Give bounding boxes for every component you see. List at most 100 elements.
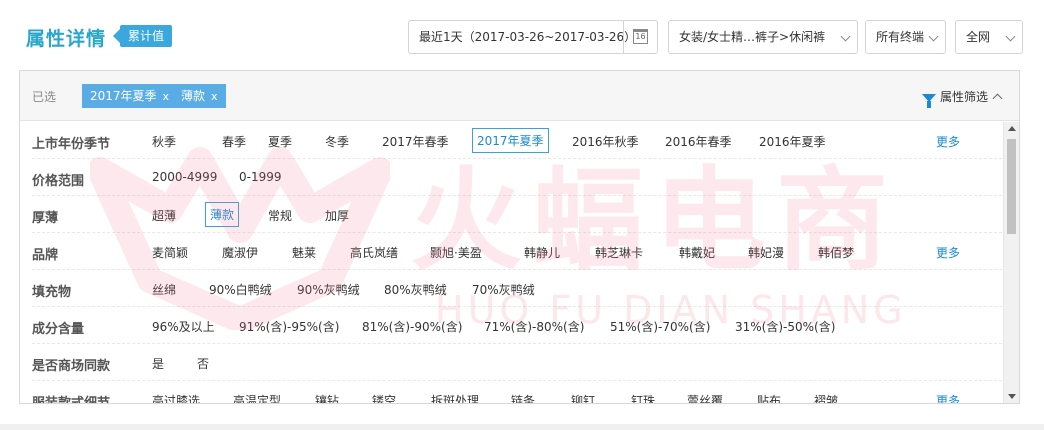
attribute-option[interactable]: 夏季 — [268, 133, 292, 150]
attribute-option[interactable]: 韩妃漫 — [748, 244, 784, 261]
attribute-option[interactable]: 超薄 — [152, 207, 176, 224]
more-link[interactable]: 更多 — [936, 392, 960, 403]
attribute-row-label: 品牌 — [32, 248, 59, 263]
attribute-option[interactable]: 魅莱 — [292, 244, 316, 261]
attribute-filter-toggle[interactable]: 属性筛选 — [921, 88, 1003, 108]
attribute-option[interactable]: 镂空 — [372, 392, 396, 403]
attribute-row-label: 成分含量 — [32, 322, 85, 337]
scrollbar-thumb[interactable] — [1007, 139, 1016, 234]
attribute-option[interactable]: 冬季 — [325, 133, 349, 150]
attribute-option[interactable]: 90%白鸭绒 — [209, 281, 272, 298]
attribute-option[interactable]: 铆钉 — [571, 392, 595, 403]
more-link[interactable]: 更多 — [936, 244, 960, 261]
attribute-option[interactable]: 薄款 — [205, 202, 240, 227]
attribute-row-label: 上市年份季节 — [32, 137, 111, 152]
chip-label: 薄款 — [181, 89, 206, 103]
attribute-option[interactable]: 颢旭·美盈 — [430, 244, 482, 261]
footer-strip — [0, 424, 1044, 430]
attribute-row: 服装款式细节 高过膝选 高温定型 镶钻 镂空 拆斑处理 链条 铆钉 钉珠 蕾丝覆 贴布 褶皱 更多 — [32, 381, 1002, 404]
attribute-row-label: 厚薄 — [32, 211, 59, 226]
selected-bar: 已选 2017年夏季 x 薄款 x 属性筛选 — [20, 71, 1019, 121]
remove-chip-button[interactable]: x — [163, 90, 170, 103]
attribute-option[interactable]: 31%(含)-50%(含) — [735, 318, 835, 335]
attribute-option[interactable]: 90%灰鸭绒 — [297, 281, 360, 298]
date-range-text: 最近1天（2017-03-26~2017-03-26） — [419, 30, 637, 44]
attribute-option[interactable]: 2016年春季 — [665, 133, 732, 150]
attribute-option[interactable]: 钉珠 — [631, 392, 655, 403]
attribute-option[interactable]: 高温定型 — [233, 392, 281, 403]
attribute-row: 价格范围 2000-4999 0-1999 — [32, 159, 1002, 196]
attribute-row: 是否商场同款 是 否 — [32, 344, 1002, 381]
attribute-rows: 上市年份季节 秋季 春季 夏季 冬季 2017年春季 2017年夏季 2016年秋季 2016年… — [20, 122, 1003, 404]
chevron-up-icon — [992, 93, 1003, 104]
attribute-option[interactable]: 2016年夏季 — [759, 133, 826, 150]
attribute-option[interactable]: 96%及以上 — [152, 318, 215, 335]
network-text: 全网 — [966, 30, 991, 44]
attribute-row: 品牌 麦简颖 魔淑伊 魅莱 高氏岚缮 颢旭·美盈 韩静儿 韩芝琳卡 韩戴妃 韩妃漫 韩佰梦 更多 — [32, 233, 1002, 270]
attribute-option[interactable]: 春季 — [222, 133, 246, 150]
attribute-option[interactable]: 80%灰鸭绒 — [384, 281, 447, 298]
attribute-option[interactable]: 镶钻 — [315, 392, 339, 403]
cumulative-tag: 累计值 — [112, 25, 173, 47]
category-text: 女装/女士精…裤子>休闲裤 — [679, 30, 826, 44]
more-link[interactable]: 更多 — [936, 133, 960, 150]
attribute-option[interactable]: 韩佰梦 — [818, 244, 854, 261]
attribute-option[interactable]: 否 — [197, 355, 209, 372]
attribute-panel: 已选 2017年夏季 x 薄款 x 属性筛选 上市年份季节 秋季 春季 夏季 冬季 2017年… — [19, 70, 1020, 404]
attribute-option[interactable]: 韩芝琳卡 — [595, 244, 643, 261]
network-select[interactable]: 全网 — [955, 20, 1023, 54]
calendar-icon: 16 — [633, 29, 648, 44]
attribute-option[interactable]: 丝绵 — [152, 281, 176, 298]
funnel-icon — [921, 93, 936, 108]
attribute-option[interactable]: 2017年夏季 — [472, 128, 549, 153]
calendar-button[interactable]: 16 — [623, 21, 657, 53]
attribute-option[interactable]: 韩戴妃 — [679, 244, 715, 261]
attribute-row: 填充物 丝绵 90%白鸭绒 90%灰鸭绒 80%灰鸭绒 70%灰鸭绒 — [32, 270, 1002, 307]
chevron-down-icon — [928, 31, 939, 42]
attribute-option[interactable]: 高氏岚缮 — [350, 244, 398, 261]
attribute-option[interactable]: 蕾丝覆 — [687, 392, 723, 403]
attribute-option[interactable]: 2000-4999 — [152, 170, 217, 184]
attribute-option[interactable]: 贴布 — [757, 392, 781, 403]
page-title: 属性详情 — [26, 28, 107, 50]
attribute-option[interactable]: 褶皱 — [814, 392, 838, 403]
terminal-select[interactable]: 所有终端 — [865, 20, 946, 54]
attribute-option[interactable]: 是 — [152, 355, 164, 372]
attribute-option[interactable]: 高过膝选 — [152, 392, 200, 403]
scrollbar[interactable] — [1003, 122, 1019, 403]
attribute-row-label: 服装款式细节 — [32, 396, 111, 404]
attribute-option[interactable]: 常规 — [268, 207, 292, 224]
attribute-option[interactable]: 链条 — [511, 392, 535, 403]
selected-chip[interactable]: 2017年夏季 x — [82, 84, 178, 108]
attribute-option[interactable]: 麦简颖 — [152, 244, 188, 261]
attribute-option[interactable]: 魔淑伊 — [222, 244, 258, 261]
attribute-filter-label: 属性筛选 — [939, 90, 988, 104]
selected-chip[interactable]: 薄款 x — [173, 84, 226, 108]
attribute-option[interactable]: 加厚 — [325, 207, 349, 224]
attribute-row: 厚薄 超薄 薄款 常规 加厚 — [32, 196, 1002, 233]
scroll-up-icon[interactable] — [1008, 126, 1016, 131]
attribute-option[interactable]: 2017年春季 — [382, 133, 449, 150]
attribute-row-label: 价格范围 — [32, 174, 85, 189]
category-select[interactable]: 女装/女士精…裤子>休闲裤 — [668, 20, 858, 54]
chevron-down-icon — [840, 31, 851, 42]
attribute-option[interactable]: 2016年秋季 — [572, 133, 639, 150]
attribute-option[interactable]: 70%灰鸭绒 — [472, 281, 535, 298]
attribute-option[interactable]: 81%(含)-90%(含) — [362, 318, 462, 335]
chip-label: 2017年夏季 — [90, 89, 157, 103]
attribute-option[interactable]: 秋季 — [152, 133, 176, 150]
attribute-row-label: 填充物 — [32, 285, 72, 300]
scroll-down-icon[interactable] — [1008, 394, 1016, 399]
attribute-option[interactable]: 91%(含)-95%(含) — [239, 318, 339, 335]
selected-label: 已选 — [32, 90, 57, 104]
attribute-option[interactable]: 拆斑处理 — [431, 392, 479, 403]
attribute-option[interactable]: 71%(含)-80%(含) — [484, 318, 584, 335]
attribute-row-label: 是否商场同款 — [32, 359, 111, 374]
date-range-picker[interactable]: 最近1天（2017-03-26~2017-03-26） 16 — [408, 20, 658, 54]
terminal-text: 所有终端 — [876, 30, 925, 44]
attribute-option[interactable]: 51%(含)-70%(含) — [610, 318, 710, 335]
chevron-down-icon — [1005, 31, 1016, 42]
attribute-option[interactable]: 韩静儿 — [524, 244, 560, 261]
attribute-option[interactable]: 0-1999 — [239, 170, 282, 184]
remove-chip-button[interactable]: x — [211, 90, 218, 103]
